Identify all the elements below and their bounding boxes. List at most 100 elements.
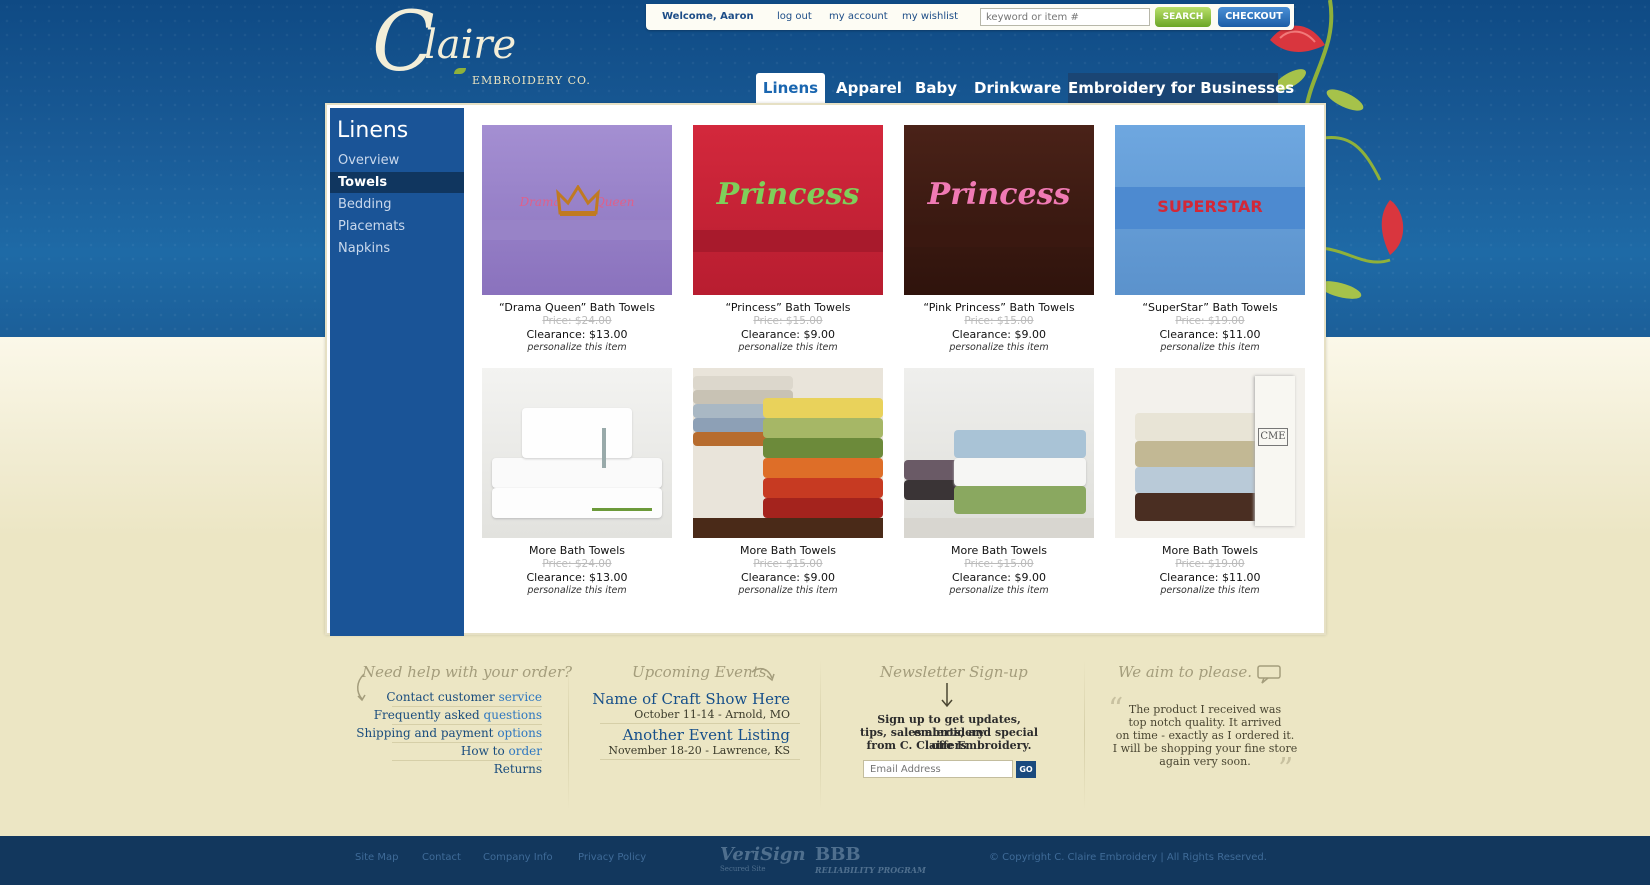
tab-embroidery-for-businesses[interactable]: Embroidery for Businesses bbox=[1068, 73, 1294, 103]
help-title: Need help with your order? bbox=[362, 663, 573, 681]
product-card: More Bath Towels Price: $15.00 Clearance… bbox=[904, 368, 1094, 596]
product-name[interactable]: More Bath Towels bbox=[482, 544, 672, 557]
product-image[interactable] bbox=[904, 368, 1094, 538]
product-name[interactable]: “SuperStar” Bath Towels bbox=[1115, 301, 1305, 314]
product-clearance-price: Clearance: $9.00 bbox=[952, 571, 1046, 584]
sidebar-item-overview[interactable]: Overview bbox=[330, 150, 464, 171]
newsletter-go-button[interactable]: GO bbox=[1016, 761, 1036, 778]
logo-name: laire bbox=[424, 22, 517, 68]
site-map-link[interactable]: Site Map bbox=[355, 852, 398, 863]
product-price: Price: $15.00 bbox=[964, 315, 1034, 327]
crown-icon bbox=[556, 185, 600, 216]
product-card: More Bath Towels Price: $24.00 Clearance… bbox=[482, 368, 672, 596]
sidebar-item-napkins[interactable]: Napkins bbox=[330, 238, 464, 259]
curved-arrow-icon bbox=[357, 673, 366, 702]
product-card: CME More Bath Towels Price: $19.00 Clear… bbox=[1115, 368, 1305, 596]
divider bbox=[392, 742, 542, 743]
search-input[interactable] bbox=[980, 8, 1150, 26]
testimonial-line: The product I received was bbox=[1128, 703, 1282, 716]
footer-divider bbox=[568, 660, 569, 810]
product-price: Price: $19.00 bbox=[1175, 315, 1245, 327]
product-image[interactable]: CME bbox=[1115, 368, 1305, 538]
site-logo[interactable]: C laire EMBROIDERY CO. bbox=[372, 2, 602, 93]
copyright-text: © Copyright C. Claire Embroidery | All R… bbox=[989, 852, 1267, 863]
divider bbox=[600, 723, 800, 724]
product-price: Price: $15.00 bbox=[753, 558, 823, 570]
help-link-how-to-order[interactable]: How to order bbox=[461, 744, 542, 758]
embroidery-text: Princess bbox=[716, 177, 860, 212]
logo-leaf-icon bbox=[454, 68, 466, 74]
product-price: Price: $15.00 bbox=[753, 315, 823, 327]
testimonial-line: again very soon. bbox=[1159, 755, 1251, 768]
contact-link[interactable]: Contact bbox=[422, 852, 461, 863]
product-image[interactable]: Drama Queen bbox=[482, 125, 672, 295]
sidebar-item-bedding[interactable]: Bedding bbox=[330, 194, 464, 215]
event-name[interactable]: Another Event Listing bbox=[623, 726, 790, 744]
product-price: Price: $15.00 bbox=[964, 558, 1034, 570]
product-image[interactable]: SUPERSTAR bbox=[1115, 125, 1305, 295]
company-info-link[interactable]: Company Info bbox=[483, 852, 553, 863]
product-name[interactable]: More Bath Towels bbox=[1115, 544, 1305, 557]
personalize-link[interactable]: personalize this item bbox=[482, 585, 672, 596]
privacy-policy-link[interactable]: Privacy Policy bbox=[578, 852, 646, 863]
events-title: Upcoming Events bbox=[632, 663, 767, 681]
my-account-link[interactable]: my account bbox=[829, 11, 888, 22]
divider bbox=[392, 724, 542, 725]
personalize-link[interactable]: personalize this item bbox=[1115, 585, 1305, 596]
logo-subtitle: EMBROIDERY CO. bbox=[472, 74, 591, 87]
embroidery-text: SUPERSTAR bbox=[1157, 197, 1263, 216]
utility-bar: Welcome, Aaron log out my account my wis… bbox=[646, 4, 1294, 30]
divider bbox=[392, 706, 542, 707]
checkout-button[interactable]: CHECKOUT bbox=[1218, 7, 1290, 27]
product-name[interactable]: “Drama Queen” Bath Towels bbox=[482, 301, 672, 314]
tab-baby[interactable]: Baby bbox=[915, 73, 957, 103]
help-link-returns[interactable]: Returns bbox=[494, 762, 542, 776]
personalize-link[interactable]: personalize this item bbox=[693, 342, 883, 353]
product-image[interactable]: Princess bbox=[904, 125, 1094, 295]
product-name[interactable]: More Bath Towels bbox=[904, 544, 1094, 557]
product-name[interactable]: More Bath Towels bbox=[693, 544, 883, 557]
personalize-link[interactable]: personalize this item bbox=[904, 585, 1094, 596]
help-link-customer-service[interactable]: Contact customer service bbox=[386, 690, 542, 704]
speech-bubble-icon bbox=[1257, 665, 1281, 684]
product-name[interactable]: “Pink Princess” Bath Towels bbox=[904, 301, 1094, 314]
product-clearance-price: Clearance: $11.00 bbox=[1159, 571, 1261, 584]
divider bbox=[392, 760, 542, 761]
product-image[interactable]: Princess bbox=[693, 125, 883, 295]
personalize-link[interactable]: personalize this item bbox=[693, 585, 883, 596]
product-card: More Bath Towels Price: $15.00 Clearance… bbox=[693, 368, 883, 596]
event-date: November 18-20 - Lawrence, KS bbox=[608, 744, 790, 757]
bbb-badge[interactable]: BBB RELIABILITY PROGRAM bbox=[815, 844, 926, 875]
sidebar-title: Linens bbox=[337, 118, 409, 143]
email-field[interactable] bbox=[863, 760, 1013, 778]
product-price: Price: $24.00 bbox=[542, 558, 612, 570]
event-name[interactable]: Name of Craft Show Here bbox=[592, 690, 790, 708]
search-button[interactable]: SEARCH bbox=[1155, 7, 1211, 27]
product-clearance-price: Clearance: $9.00 bbox=[741, 328, 835, 341]
product-name[interactable]: “Princess” Bath Towels bbox=[693, 301, 883, 314]
help-link-shipping[interactable]: Shipping and payment options bbox=[356, 726, 542, 740]
testimonial-line: on time - exactly as I ordered it. bbox=[1115, 729, 1295, 742]
personalize-link[interactable]: personalize this item bbox=[904, 342, 1094, 353]
product-card: Princess “Pink Princess” Bath Towels Pri… bbox=[904, 125, 1094, 353]
divider bbox=[600, 759, 800, 760]
testimonial-line: I will be shopping your fine store bbox=[1112, 742, 1298, 755]
help-link-faq[interactable]: Frequently asked questions bbox=[374, 708, 542, 722]
tab-apparel[interactable]: Apparel bbox=[836, 73, 902, 103]
verisign-badge[interactable]: VeriSign Secured Site bbox=[720, 844, 806, 873]
product-image[interactable] bbox=[482, 368, 672, 538]
product-image[interactable] bbox=[693, 368, 883, 538]
product-clearance-price: Clearance: $9.00 bbox=[741, 571, 835, 584]
monogram-text: CME bbox=[1258, 428, 1288, 446]
testimonial-title: We aim to please. bbox=[1118, 663, 1252, 681]
sidebar-item-towels[interactable]: Towels bbox=[330, 172, 464, 193]
product-card: SUPERSTAR “SuperStar” Bath Towels Price:… bbox=[1115, 125, 1305, 353]
my-wishlist-link[interactable]: my wishlist bbox=[902, 11, 958, 22]
tab-drinkware[interactable]: Drinkware bbox=[974, 73, 1061, 103]
tab-linens[interactable]: Linens bbox=[756, 73, 825, 105]
product-price: Price: $24.00 bbox=[542, 315, 612, 327]
personalize-link[interactable]: personalize this item bbox=[1115, 342, 1305, 353]
logout-link[interactable]: log out bbox=[777, 11, 812, 22]
sidebar-item-placemats[interactable]: Placemats bbox=[330, 216, 464, 237]
personalize-link[interactable]: personalize this item bbox=[482, 342, 672, 353]
